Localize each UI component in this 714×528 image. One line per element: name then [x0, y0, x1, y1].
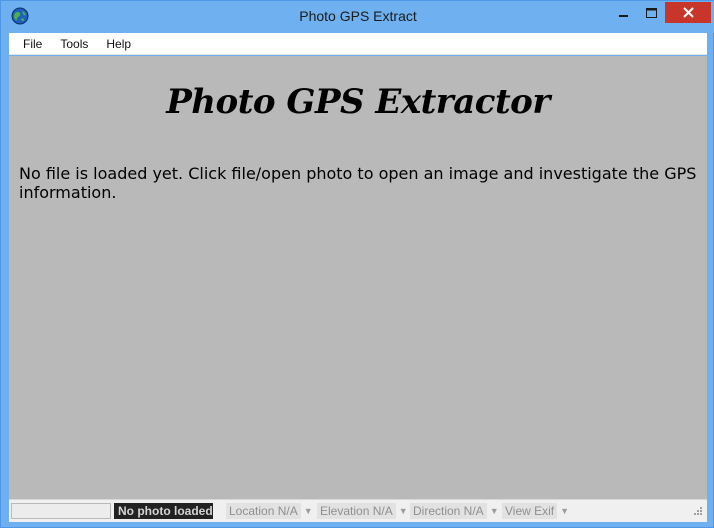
direction-label: Direction N/A [410, 503, 487, 519]
minimize-icon [619, 14, 628, 17]
elevation-label: Elevation N/A [317, 503, 396, 519]
view-exif-dropdown[interactable]: View Exif ▼ [502, 503, 569, 519]
progress-box [11, 503, 111, 519]
menu-file[interactable]: File [15, 35, 50, 53]
chevron-down-icon: ▼ [560, 506, 570, 516]
chevron-down-icon: ▼ [303, 506, 313, 516]
direction-dropdown[interactable]: Direction N/A ▼ [410, 503, 499, 519]
photo-status-label: No photo loaded [114, 503, 213, 519]
status-message: No file is loaded yet. Click file/open p… [19, 164, 697, 202]
resize-grip-icon[interactable] [691, 506, 703, 518]
title-bar[interactable]: Photo GPS Extract [1, 1, 714, 33]
window-title: Photo GPS Extract [299, 8, 417, 24]
main-content: Photo GPS Extractor No file is loaded ye… [9, 56, 707, 499]
close-button[interactable] [665, 2, 711, 23]
elevation-dropdown[interactable]: Elevation N/A ▼ [317, 503, 408, 519]
location-dropdown[interactable]: Location N/A ▼ [226, 503, 313, 519]
menu-help[interactable]: Help [98, 35, 139, 53]
maximize-button[interactable] [638, 2, 664, 23]
status-bar: No photo loaded Location N/A ▼ Elevation… [9, 499, 707, 522]
app-window: Photo GPS Extract File Tools Help Photo … [0, 0, 714, 528]
minimize-button[interactable] [611, 2, 637, 23]
maximize-icon [645, 7, 657, 18]
menu-bar: File Tools Help [9, 33, 707, 55]
chevron-down-icon: ▼ [398, 506, 408, 516]
view-exif-label: View Exif [502, 503, 558, 519]
chevron-down-icon: ▼ [489, 506, 499, 516]
app-headline: Photo GPS Extractor [166, 82, 550, 122]
close-icon [682, 7, 694, 18]
menu-tools[interactable]: Tools [52, 35, 96, 53]
location-label: Location N/A [226, 503, 301, 519]
